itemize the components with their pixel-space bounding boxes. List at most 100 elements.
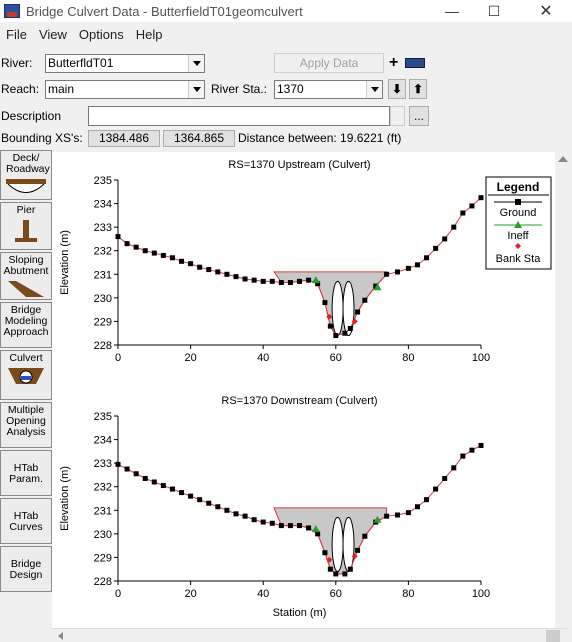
- ground-point: [424, 497, 430, 503]
- htab-param-label: HTab Param.: [9, 462, 43, 485]
- ground-point: [405, 265, 411, 271]
- bounding-downstream-button[interactable]: 1364.865: [163, 129, 235, 147]
- htab-curves-button[interactable]: HTab Curves: [0, 498, 52, 544]
- legend-ineff-label: Ineff: [507, 230, 529, 242]
- apply-data-button[interactable]: Apply Data: [274, 53, 384, 73]
- x-tick-label: 40: [257, 352, 269, 364]
- ground-point: [142, 248, 148, 254]
- bridge-modeling-approach-label: Bridge Modeling Approach: [3, 304, 49, 338]
- ground-point: [395, 512, 401, 518]
- x-tick-label: 20: [184, 588, 196, 600]
- description-input[interactable]: [88, 106, 390, 126]
- y-tick-label: 233: [94, 222, 112, 234]
- ground-line: [117, 197, 482, 337]
- y-tick-label: 230: [94, 529, 112, 541]
- ground-point: [224, 271, 230, 277]
- menu-view[interactable]: View: [33, 27, 73, 42]
- ground-point: [355, 309, 361, 315]
- ground-point: [333, 571, 339, 577]
- river-label: River:: [1, 56, 33, 70]
- chevron-down-icon: [188, 80, 204, 98]
- y-tick-label: 231: [94, 505, 112, 517]
- culvert-label: Culvert: [9, 352, 43, 364]
- arrow-down-icon[interactable]: ⬇: [388, 79, 406, 99]
- multiple-opening-analysis-button[interactable]: Multiple Opening Analysis: [0, 402, 52, 448]
- deck-roadway-button[interactable]: Deck/ Roadway: [0, 150, 52, 200]
- close-button[interactable]: ✕: [522, 0, 570, 22]
- description-row: Description ...: [0, 104, 572, 128]
- chart-title: RS=1370 Downstream (Culvert): [221, 395, 377, 407]
- x-tick-label: 80: [402, 588, 414, 600]
- ground-point: [322, 550, 328, 556]
- app-icon: [4, 4, 20, 18]
- x-axis-label: Station (m): [273, 607, 327, 619]
- htab-param-button[interactable]: HTab Param.: [0, 450, 52, 496]
- culvert-button[interactable]: Culvert: [0, 350, 52, 400]
- river-select[interactable]: ButterfldT01: [45, 53, 205, 73]
- legend-ground-label: Ground: [500, 207, 537, 219]
- y-tick-label: 232: [94, 482, 112, 494]
- ground-point: [115, 461, 121, 467]
- ground-point: [355, 547, 361, 553]
- scroll-up-icon[interactable]: [558, 156, 568, 162]
- ground-point: [124, 466, 130, 472]
- horizontal-scrollbar[interactable]: [52, 628, 568, 642]
- chevron-down-icon: [188, 54, 204, 72]
- ground-point: [278, 523, 284, 529]
- ground-point: [206, 500, 212, 506]
- ground-point: [297, 523, 302, 529]
- arrow-up-icon[interactable]: ⬆: [409, 79, 427, 99]
- maximize-button[interactable]: ☐: [470, 0, 518, 22]
- ground-point: [442, 236, 448, 242]
- ground-point: [384, 271, 390, 277]
- ground-point: [278, 280, 284, 286]
- river-row: River: ButterfldT01 Apply Data +: [0, 52, 572, 74]
- pier-button[interactable]: Pier: [0, 202, 52, 250]
- y-tick-label: 234: [94, 199, 112, 211]
- menu-file[interactable]: File: [0, 27, 33, 42]
- ground-point: [197, 264, 203, 270]
- legend-title: Legend: [497, 180, 540, 194]
- bounding-row: Bounding XS's: 1384.486 1364.865 Distanc…: [0, 129, 572, 147]
- bridge-modeling-approach-button[interactable]: Bridge Modeling Approach: [0, 302, 52, 348]
- sloping-abutment-button[interactable]: Sloping Abutment: [0, 252, 52, 300]
- menu-help[interactable]: Help: [130, 27, 169, 42]
- ground-point: [362, 297, 368, 303]
- minimize-button[interactable]: —: [428, 0, 476, 22]
- y-tick-label: 228: [94, 340, 112, 352]
- description-scrollbar[interactable]: [390, 106, 405, 126]
- abutment-icon: [8, 281, 44, 297]
- ground-point: [269, 520, 275, 526]
- ground-point: [297, 278, 302, 284]
- bridge-design-button[interactable]: Bridge Design: [0, 546, 52, 592]
- y-tick-label: 229: [94, 552, 112, 564]
- ground-point: [362, 533, 368, 539]
- ground-point: [347, 566, 353, 572]
- plus-icon[interactable]: +: [389, 54, 398, 72]
- scroll-thumb[interactable]: [546, 630, 560, 642]
- camera-icon[interactable]: [405, 58, 425, 68]
- ground-point: [327, 323, 333, 329]
- vertical-scrollbar[interactable]: [555, 152, 572, 628]
- ground-point: [424, 255, 430, 261]
- ground-point: [384, 513, 390, 519]
- ground-point: [188, 493, 194, 499]
- y-tick-label: 232: [94, 246, 112, 258]
- chart-title: RS=1370 Upstream (Culvert): [228, 159, 370, 171]
- bounding-upstream-button[interactable]: 1384.486: [88, 129, 160, 147]
- ground-point: [414, 262, 420, 268]
- river-value: ButterfldT01: [48, 56, 114, 70]
- y-tick-label: 233: [94, 458, 112, 470]
- x-tick-label: 0: [115, 588, 121, 600]
- window-title: Bridge Culvert Data - ButterfieldT01geom…: [26, 3, 303, 19]
- river-sta-select[interactable]: 1370: [274, 79, 383, 99]
- reach-select[interactable]: main: [45, 79, 205, 99]
- y-tick-label: 235: [94, 175, 112, 187]
- ground-point: [242, 276, 248, 282]
- menu-options[interactable]: Options: [73, 27, 130, 42]
- reach-label: Reach:: [1, 82, 40, 96]
- ground-point: [342, 571, 348, 577]
- scroll-left-icon[interactable]: [58, 632, 63, 640]
- ground-point: [179, 258, 185, 264]
- description-ellipsis-button[interactable]: ...: [409, 106, 429, 126]
